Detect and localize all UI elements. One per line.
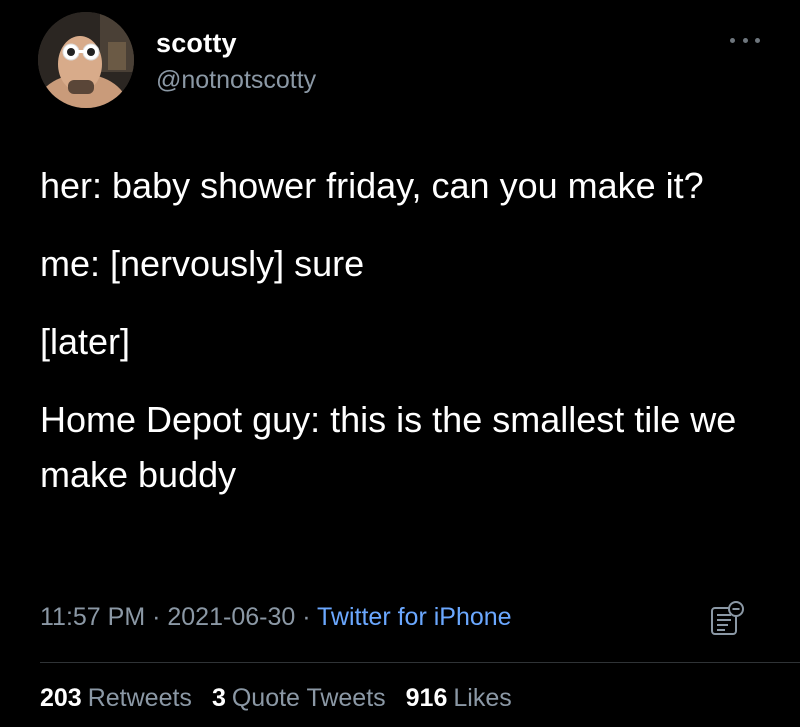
author-handle[interactable]: @notnotscotty [156, 66, 316, 95]
tweet-paragraph: her: baby shower friday, can you make it… [40, 165, 704, 206]
tweet-date[interactable]: 2021-06-30 [167, 603, 295, 631]
quote-tweets-count: 3 [211, 684, 226, 712]
retweets-label: Retweets [87, 684, 192, 712]
retweets-stat[interactable]: 203 Retweets [40, 684, 192, 713]
tweet-source-link[interactable]: Twitter for iPhone [317, 603, 512, 631]
meta-separator: · [295, 603, 318, 631]
avatar[interactable] [38, 12, 134, 108]
meta-separator: · [145, 603, 168, 631]
tweet-paragraph: me: [nervously] sure [40, 243, 365, 284]
retweets-count: 203 [40, 684, 82, 712]
tweet-text: her: baby shower friday, can you make it… [40, 158, 760, 525]
more-options-button[interactable] [730, 34, 760, 46]
likes-count: 916 [405, 684, 448, 712]
more-horizontal-icon [730, 37, 735, 43]
tweet-stats: 203 Retweets 3 Quote Tweets 916 Likes [40, 684, 512, 713]
avatar-photo [38, 12, 134, 108]
quote-tweets-label: Quote Tweets [231, 684, 386, 712]
tweet-paragraph: Home Depot guy: this is the smallest til… [40, 399, 737, 495]
author-display-name[interactable]: scotty [156, 28, 237, 59]
analytics-icon[interactable] [710, 600, 744, 638]
tweet-time[interactable]: 11:57 PM [40, 603, 145, 631]
likes-stat[interactable]: 916 Likes [406, 684, 512, 713]
likes-label: Likes [453, 684, 512, 712]
divider [40, 662, 800, 663]
tweet-meta: 11:57 PM · 2021-06-30 · Twitter for iPho… [40, 603, 512, 632]
tweet-paragraph: [later] [40, 321, 131, 362]
quote-tweets-stat[interactable]: 3 Quote Tweets [212, 684, 386, 713]
